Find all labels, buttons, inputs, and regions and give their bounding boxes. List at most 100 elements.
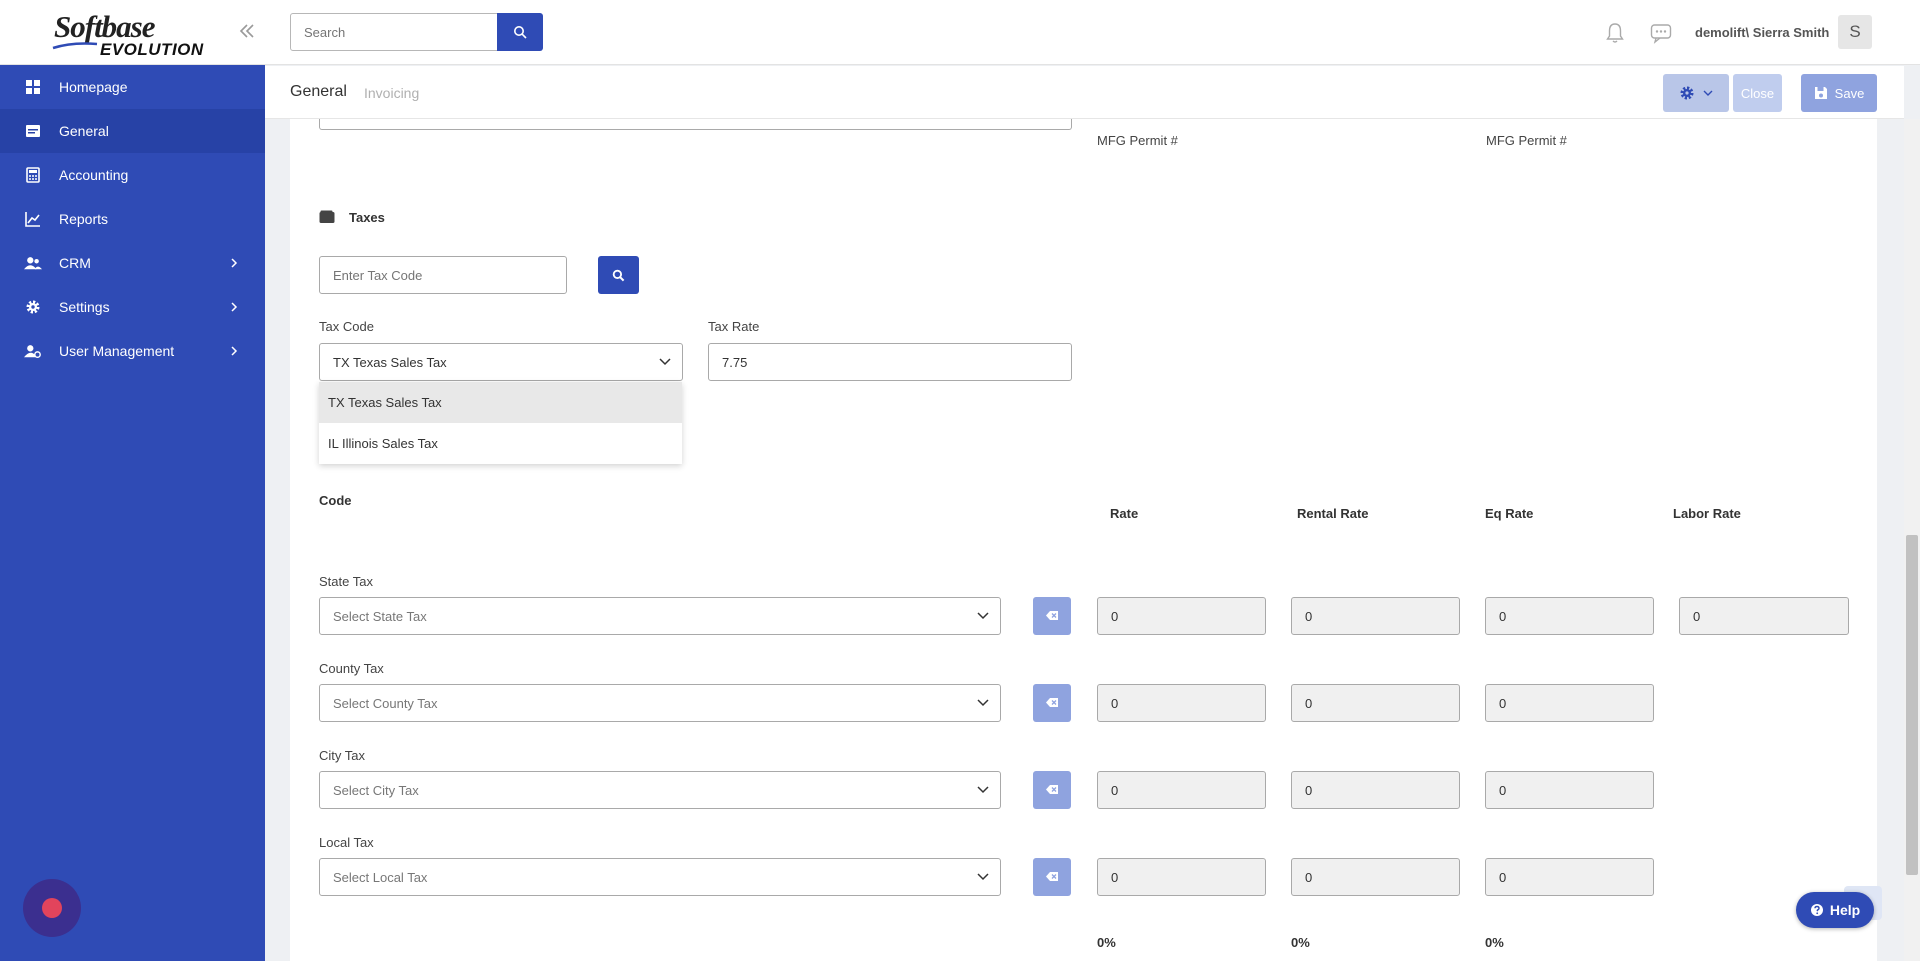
search-input[interactable] [290, 13, 498, 51]
local-tax-label: Local Tax [319, 835, 374, 850]
county-tax-select[interactable]: Select County Tax [319, 684, 1001, 722]
mfg-permit-label: MFG Permit # [1486, 133, 1567, 148]
chevron-right-icon [231, 346, 238, 356]
homepage-icon [24, 78, 42, 96]
local-tax-eq-rate-input[interactable]: 0 [1485, 858, 1654, 896]
city-tax-select[interactable]: Select City Tax [319, 771, 1001, 809]
chevron-down-icon [1703, 90, 1713, 96]
tax-code-search-button[interactable] [598, 256, 639, 294]
chevron-down-icon [977, 786, 989, 794]
local-tax-rate-input[interactable]: 0 [1097, 858, 1266, 896]
rental-rate-total: 0% [1291, 935, 1310, 950]
users-icon [24, 254, 42, 272]
sidebar-item-label: Accounting [59, 167, 129, 183]
settings-dropdown-button[interactable] [1663, 74, 1729, 112]
county-tax-label: County Tax [319, 661, 384, 676]
county-tax-eq-rate-input[interactable]: 0 [1485, 684, 1654, 722]
eq-rate-total: 0% [1485, 935, 1504, 950]
collapse-sidebar-icon[interactable] [238, 22, 256, 40]
chevron-right-icon [231, 302, 238, 312]
sidebar-item-label: Reports [59, 211, 109, 227]
tax-code-label: Tax Code [319, 319, 374, 334]
local-tax-select[interactable]: Select Local Tax [319, 858, 1001, 896]
tab-general[interactable]: General [290, 83, 347, 101]
county-tax-placeholder: Select County Tax [333, 695, 438, 711]
bell-icon[interactable] [1605, 22, 1625, 44]
scrollbar-thumb[interactable] [1906, 535, 1918, 875]
tax-code-dropdown: TX Texas Sales Tax IL Illinois Sales Tax [319, 382, 682, 464]
help-button[interactable]: Help [1796, 892, 1874, 928]
state-tax-rate-input[interactable]: 0 [1097, 597, 1266, 635]
tax-code-select[interactable]: TX Texas Sales Tax [319, 343, 683, 381]
dropdown-option[interactable]: IL Illinois Sales Tax [319, 423, 682, 464]
eraser-icon [1046, 872, 1058, 881]
rate-value: 0 [1111, 782, 1119, 798]
chevron-down-icon [977, 873, 989, 881]
clear-county-tax-button[interactable] [1033, 684, 1071, 722]
eq-rate-value: 0 [1499, 695, 1507, 711]
sidebar-item-label: Homepage [59, 79, 128, 95]
chat-icon[interactable] [1650, 22, 1672, 44]
page-toolbar: General Invoicing Close Save [265, 66, 1904, 119]
rate-value: 0 [1111, 869, 1119, 885]
city-tax-label: City Tax [319, 748, 365, 763]
sidebar-item-label: Settings [59, 299, 110, 315]
city-tax-eq-rate-input[interactable]: 0 [1485, 771, 1654, 809]
mfg-permit-label: MFG Permit # [1097, 133, 1178, 148]
close-button[interactable]: Close [1733, 74, 1782, 112]
tab-invoicing[interactable]: Invoicing [364, 85, 419, 101]
rental-rate-value: 0 [1305, 782, 1313, 798]
avatar[interactable]: S [1838, 15, 1872, 49]
taxes-section-title: Taxes [349, 210, 385, 225]
top-header: demolift\ Sierra Smith S [265, 0, 1920, 65]
clear-state-tax-button[interactable] [1033, 597, 1071, 635]
softbase-logo: Softbase EVOLUTION [52, 9, 204, 59]
save-icon [1814, 87, 1827, 99]
logo-swoosh-icon [52, 42, 98, 50]
chevron-down-icon [977, 699, 989, 707]
state-tax-eq-rate-input[interactable]: 0 [1485, 597, 1654, 635]
sidebar-item-reports[interactable]: Reports [0, 197, 265, 241]
eq-rate-value: 0 [1499, 782, 1507, 798]
state-tax-rental-rate-input[interactable]: 0 [1291, 597, 1460, 635]
state-tax-select[interactable]: Select State Tax [319, 597, 1001, 635]
logo-text: Softbase [54, 9, 155, 44]
state-tax-label: State Tax [319, 574, 373, 589]
sidebar-item-homepage[interactable]: Homepage [0, 65, 265, 109]
city-tax-rental-rate-input[interactable]: 0 [1291, 771, 1460, 809]
tax-rate-input[interactable]: 7.75 [708, 343, 1072, 381]
dropdown-option[interactable]: TX Texas Sales Tax [319, 382, 682, 423]
record-button[interactable] [23, 879, 81, 937]
local-tax-placeholder: Select Local Tax [333, 869, 428, 885]
sidebar-item-accounting[interactable]: Accounting [0, 153, 265, 197]
sidebar-item-general[interactable]: General [0, 109, 265, 153]
search-icon [612, 269, 625, 281]
username[interactable]: demolift\ Sierra Smith [1695, 25, 1829, 40]
sidebar-item-crm[interactable]: CRM [0, 241, 265, 285]
labor-rate-value: 0 [1693, 608, 1701, 624]
state-tax-labor-rate-input[interactable]: 0 [1679, 597, 1849, 635]
tax-code-search-input[interactable] [319, 256, 567, 294]
chevron-down-icon [659, 358, 671, 366]
clear-city-tax-button[interactable] [1033, 771, 1071, 809]
logo-subtext: EVOLUTION [100, 40, 204, 59]
chevron-down-icon [977, 612, 989, 620]
general-icon [24, 122, 42, 140]
state-tax-placeholder: Select State Tax [333, 608, 427, 624]
clear-local-tax-button[interactable] [1033, 858, 1071, 896]
user-gear-icon [24, 342, 42, 360]
gear-icon [24, 298, 42, 316]
sidebar-item-settings[interactable]: Settings [0, 285, 265, 329]
tax-rate-label: Tax Rate [708, 319, 760, 334]
local-tax-rental-rate-input[interactable]: 0 [1291, 858, 1460, 896]
save-button[interactable]: Save [1801, 74, 1877, 112]
sidebar-item-label: General [59, 123, 109, 139]
county-tax-rental-rate-input[interactable]: 0 [1291, 684, 1460, 722]
city-tax-rate-input[interactable]: 0 [1097, 771, 1266, 809]
county-tax-rate-input[interactable]: 0 [1097, 684, 1266, 722]
help-label: Help [1829, 902, 1861, 918]
sidebar: Softbase EVOLUTION Homepage General Acco… [0, 0, 265, 961]
sidebar-item-user-management[interactable]: User Management [0, 329, 265, 373]
search-button[interactable] [497, 13, 543, 51]
main-card [290, 110, 1877, 961]
